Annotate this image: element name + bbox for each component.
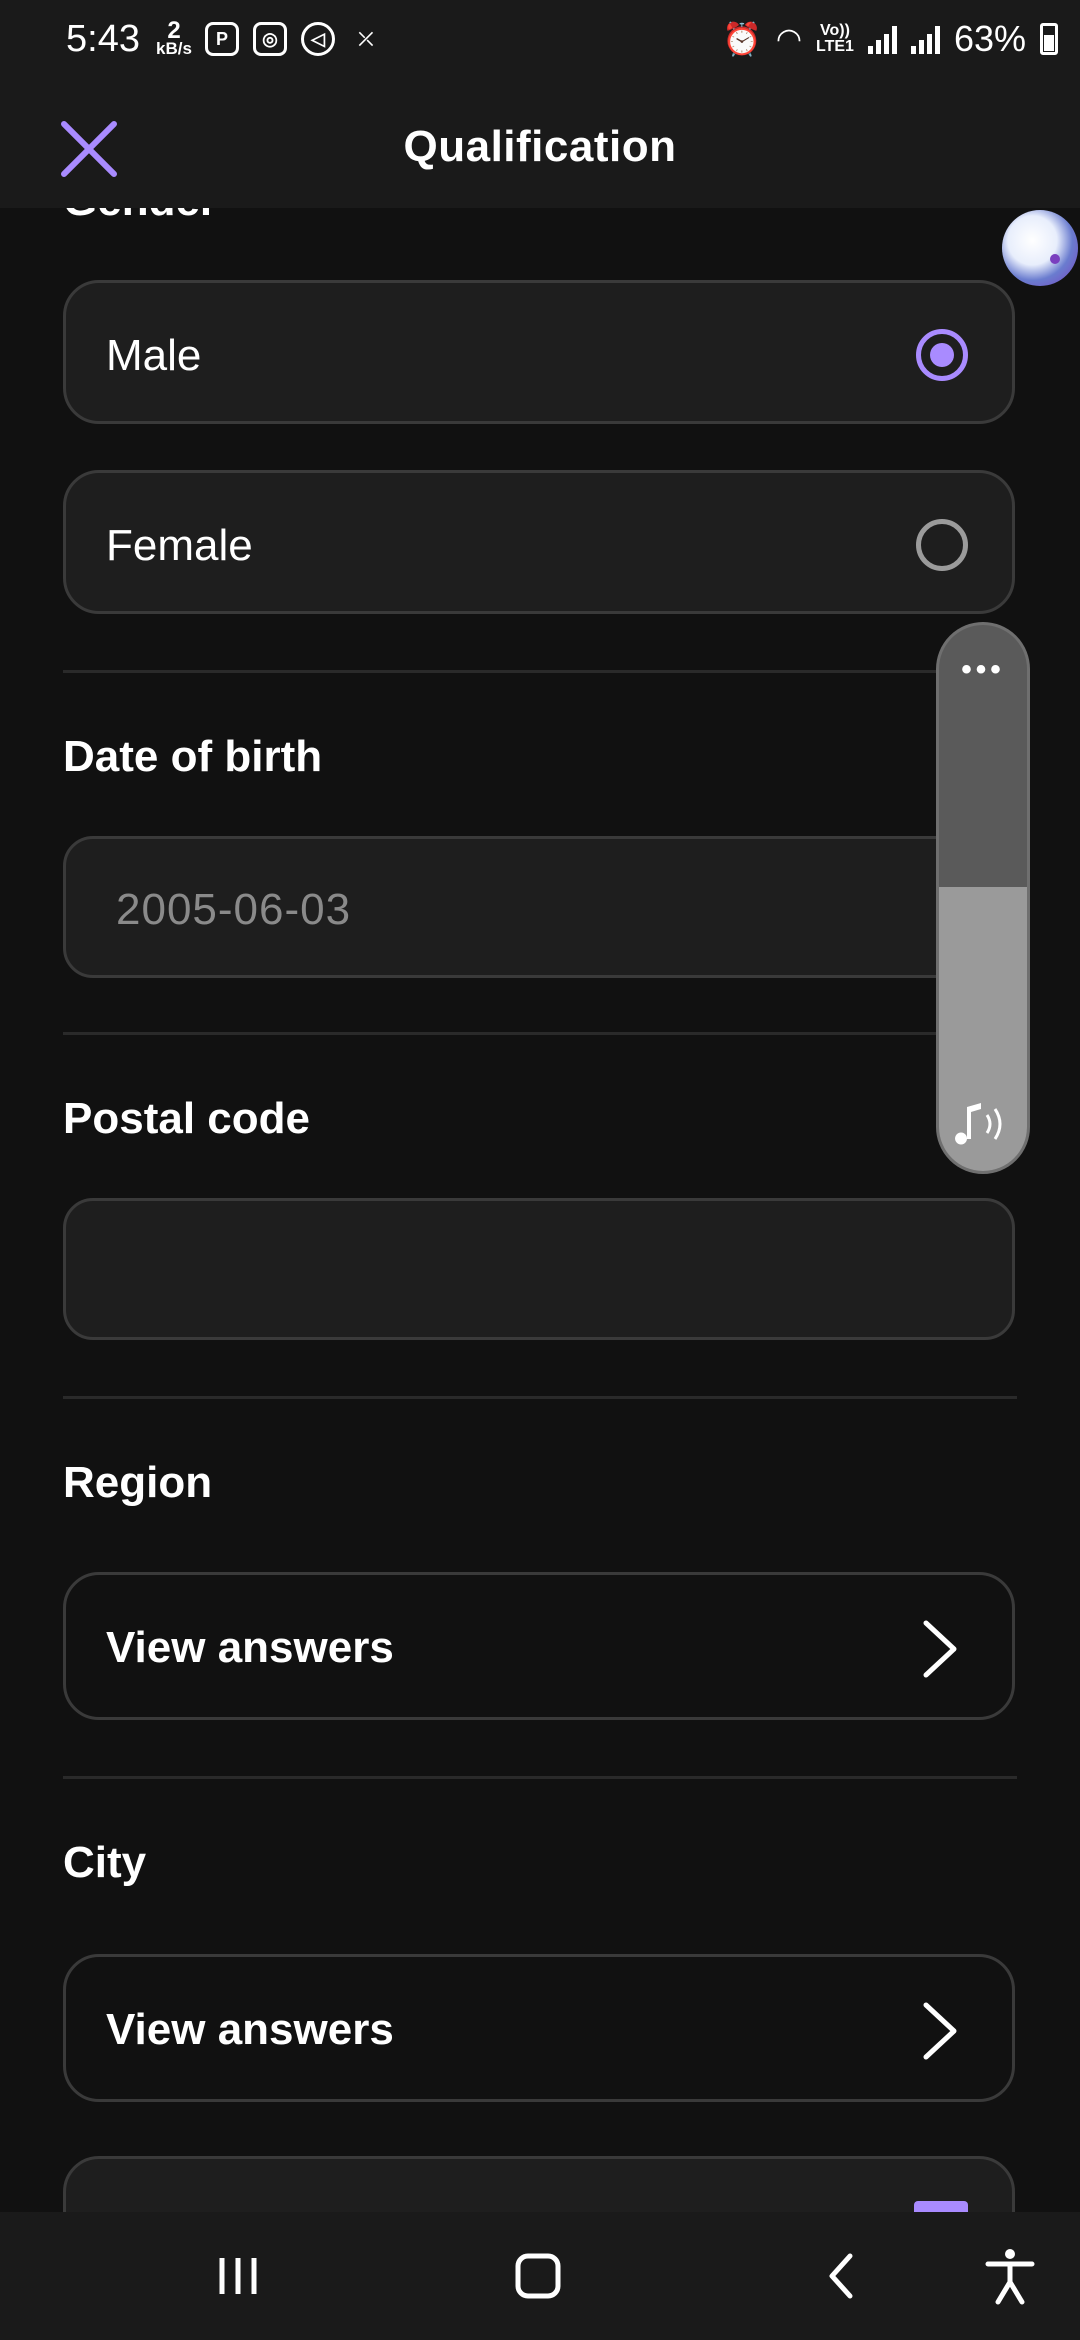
more-options-icon[interactable]: ••• xyxy=(939,653,1027,687)
region-title: Region xyxy=(63,1458,213,1507)
option-label: Female xyxy=(106,521,253,570)
signal-icon xyxy=(867,24,897,54)
media-volume-icon xyxy=(955,1103,1002,1145)
alarm-icon: ⏰ xyxy=(721,21,762,57)
wifi-icon: ◠ xyxy=(775,22,802,56)
chevron-right-icon xyxy=(923,1620,957,1678)
gender-option-male[interactable]: Male xyxy=(63,280,1015,424)
assistant-bubble-icon[interactable] xyxy=(1002,210,1078,286)
option-label: Male xyxy=(106,331,202,380)
gender-title: Gender xyxy=(63,208,217,226)
battery-percent: 63% xyxy=(953,18,1026,59)
radio-selected-icon[interactable] xyxy=(916,329,968,381)
parking-app-icon: P xyxy=(205,22,239,56)
network-speed-unit: kB/s xyxy=(156,39,192,58)
postal-code-field[interactable] xyxy=(63,1198,1015,1340)
status-bar: 5:43 2 kB/s P ◎ ◁ ⤫ ⏰ ◠ Vo)) LTE1 63% xyxy=(0,0,1080,84)
status-right: ⏰ ◠ Vo)) LTE1 63% xyxy=(722,18,1058,60)
date-of-birth-field[interactable]: 2005-06-03 xyxy=(63,836,1015,978)
notification-icons: P ◎ ◁ ⤫ xyxy=(205,22,383,56)
home-icon[interactable] xyxy=(508,2246,568,2306)
divider xyxy=(63,1396,1017,1399)
city-view-answers-button[interactable]: View answers xyxy=(63,1954,1015,2102)
recent-apps-icon[interactable] xyxy=(208,2246,268,2306)
signal-icon xyxy=(910,24,940,54)
date-of-birth-title: Date of birth xyxy=(63,732,323,781)
accent-badge xyxy=(914,2201,968,2212)
volte-indicator: Vo)) LTE1 xyxy=(816,23,854,55)
battery-icon xyxy=(1040,23,1058,55)
city-title: City xyxy=(63,1838,147,1887)
app-header: Qualification xyxy=(0,84,1080,208)
instagram-icon: ◎ xyxy=(253,22,287,56)
radio-unselected-icon[interactable] xyxy=(916,519,968,571)
lte-label: LTE1 xyxy=(816,38,854,55)
postal-code-title: Postal code xyxy=(63,1094,310,1143)
mute-icon: ⤫ xyxy=(358,28,374,49)
speaker-icon: ◁ xyxy=(301,22,335,56)
volte-label: Vo)) xyxy=(820,22,850,39)
qualification-form[interactable]: Gender Male Female Date of birth 2005-06… xyxy=(0,208,1080,2212)
region-view-answers-button[interactable]: View answers xyxy=(63,1572,1015,1720)
button-label: View answers xyxy=(106,1623,394,1672)
button-label: View answers xyxy=(106,2005,394,2054)
divider xyxy=(63,670,1017,673)
accessibility-icon[interactable] xyxy=(980,2246,1040,2306)
back-icon[interactable] xyxy=(812,2246,872,2306)
date-of-birth-value: 2005-06-03 xyxy=(116,885,352,934)
status-time: 5:43 xyxy=(66,18,140,60)
next-question-card[interactable] xyxy=(63,2156,1015,2212)
system-nav-bar xyxy=(0,2212,1080,2340)
volume-slider[interactable]: ••• xyxy=(936,622,1030,1174)
page-title: Qualification xyxy=(403,122,677,171)
network-speed: 2 kB/s xyxy=(154,17,194,58)
gender-option-female[interactable]: Female xyxy=(63,470,1015,614)
chevron-right-icon xyxy=(923,2002,957,2060)
divider xyxy=(63,1032,1017,1035)
divider xyxy=(63,1776,1017,1779)
network-speed-value: 2 xyxy=(167,17,181,44)
